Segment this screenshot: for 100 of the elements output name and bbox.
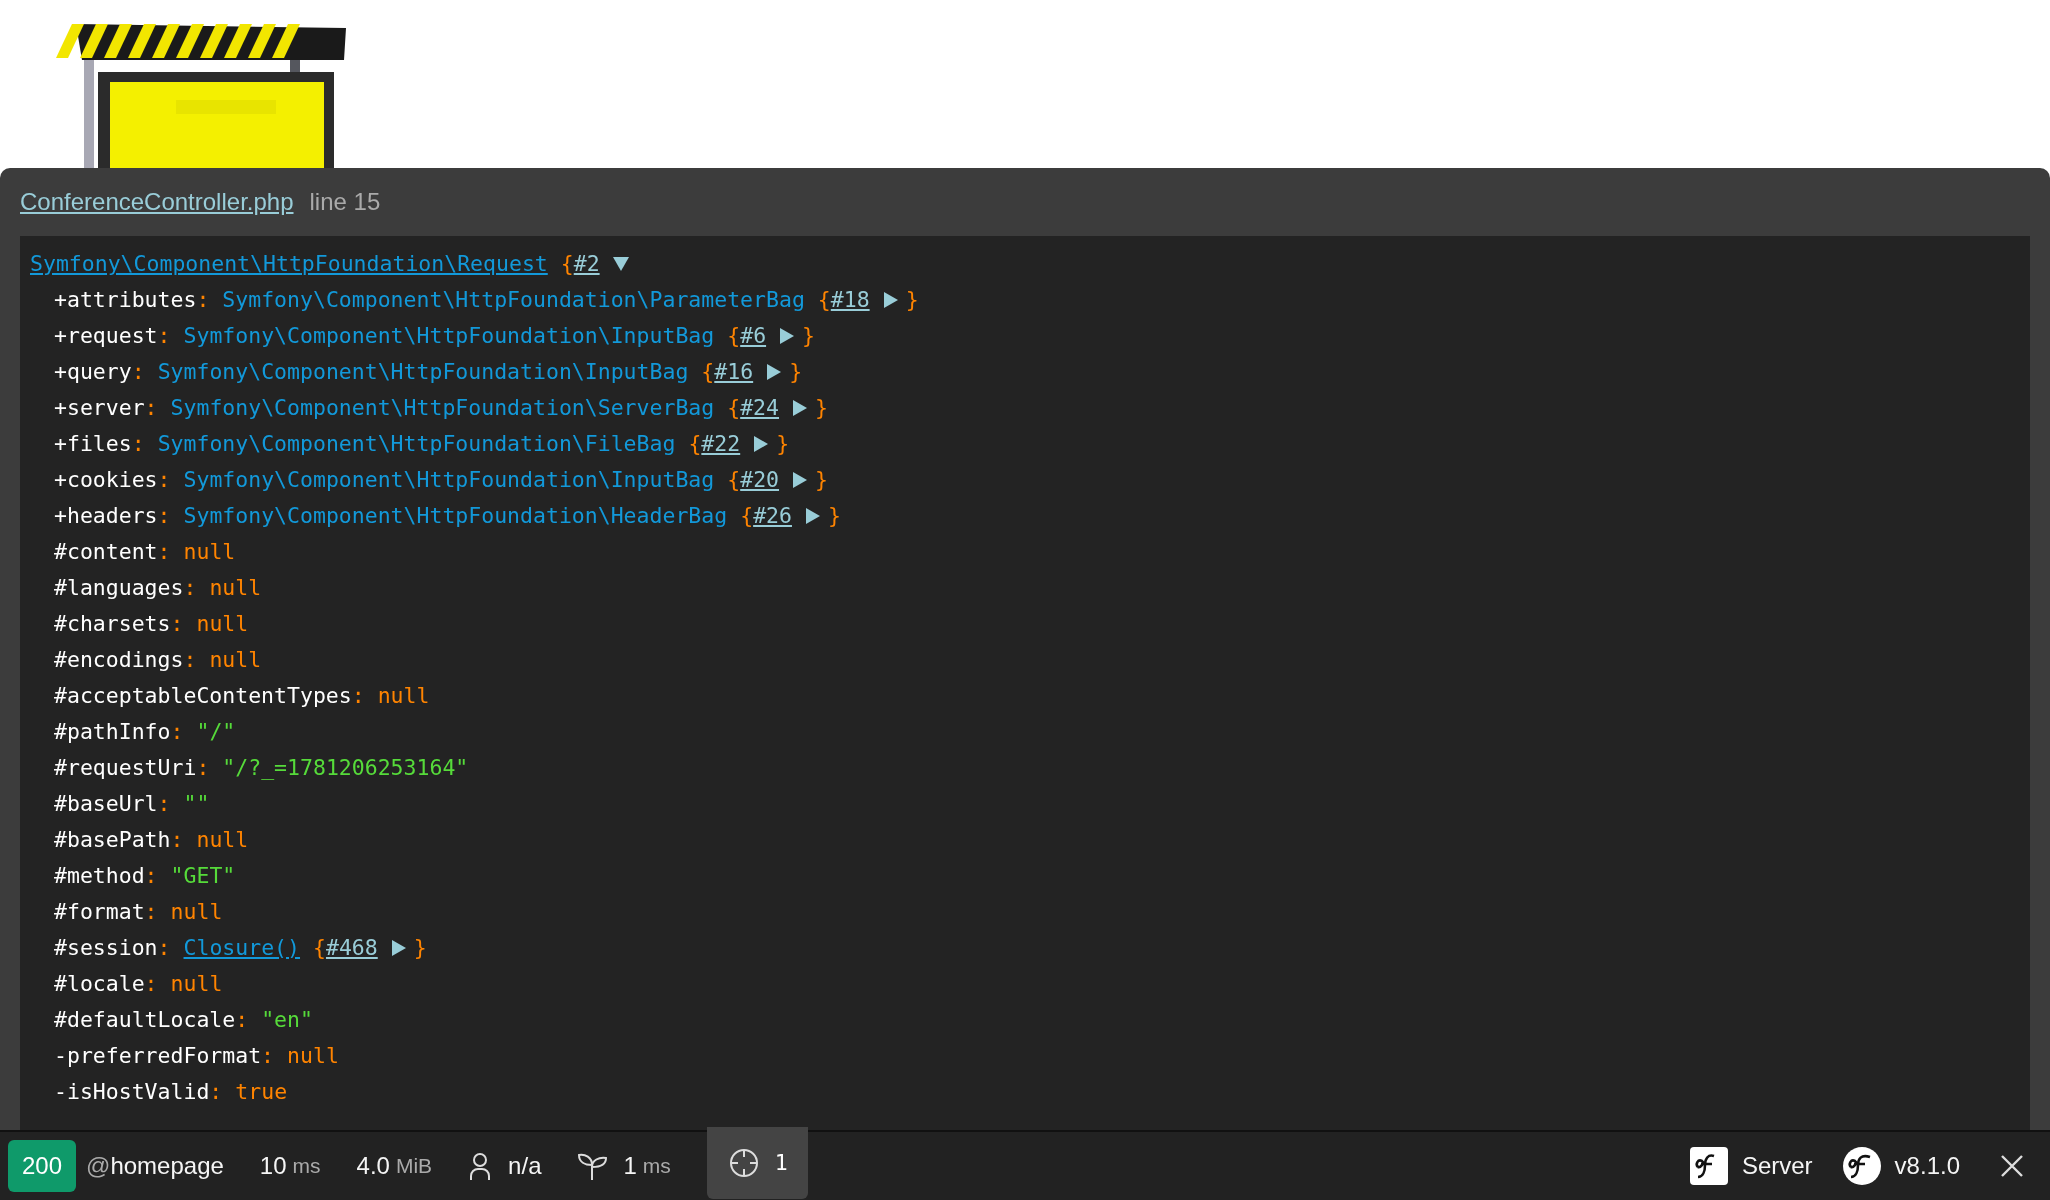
at-sign: @ <box>86 1152 111 1180</box>
colon: : <box>157 502 171 530</box>
colon: : <box>183 574 197 602</box>
colon: : <box>144 394 158 422</box>
property-name: #languages <box>54 574 184 602</box>
brace: } <box>905 286 919 314</box>
brace: } <box>789 358 803 386</box>
colon: : <box>157 322 171 350</box>
ref-toggle[interactable]: #6 <box>740 318 803 354</box>
logo-icon <box>1689 1147 1728 1185</box>
ref-toggle[interactable]: #16 <box>714 354 790 390</box>
value: null <box>196 610 249 638</box>
sprout-icon <box>577 1151 608 1181</box>
property-name: #acceptableContentTypes <box>54 682 352 710</box>
brace: { <box>688 430 702 458</box>
string-value: "/?_=1781206253164" <box>222 754 469 782</box>
value: null <box>209 646 262 674</box>
property-name: #content <box>54 538 158 566</box>
property-name: #format <box>54 898 145 926</box>
colon: : <box>144 970 158 998</box>
class-name: Symfony\Component\HttpFoundation\ServerBag <box>170 394 715 422</box>
class-link[interactable]: Symfony\Component\HttpFoundation\Request <box>30 246 548 282</box>
ref-toggle[interactable]: #20 <box>740 462 816 498</box>
unit: ms <box>292 1154 321 1178</box>
string-value: "GET" <box>170 862 236 890</box>
colon: : <box>157 538 171 566</box>
toolbar-value: 10 <box>259 1152 287 1180</box>
property-name: #charsets <box>54 610 171 638</box>
person-icon <box>468 1151 493 1181</box>
ref-toggle[interactable]: #22 <box>701 426 777 462</box>
brace: { <box>701 358 715 386</box>
string-value: "" <box>183 790 210 818</box>
ref-toggle[interactable]: #468 <box>325 930 414 966</box>
class-name: Symfony\Component\HttpFoundation\HeaderBag <box>183 502 728 530</box>
colon: : <box>157 466 171 494</box>
toolbar-value: 1 <box>623 1152 637 1180</box>
colon: : <box>170 718 184 746</box>
class-name: Symfony\Component\HttpFoundation\InputBag <box>183 466 715 494</box>
toolbar-block[interactable]: 1 <box>706 1127 808 1199</box>
property-name: #baseUrl <box>54 790 158 818</box>
property-name: -preferredFormat <box>54 1042 262 1070</box>
class-link[interactable]: Closure() <box>183 930 300 966</box>
route-name[interactable]: homepage <box>110 1152 224 1180</box>
crosshair-icon <box>728 1148 759 1178</box>
brace: { <box>313 934 326 962</box>
property-name: #method <box>54 862 145 890</box>
value: null <box>196 826 249 854</box>
brace: { <box>727 394 741 422</box>
status-badge[interactable]: 200 <box>8 1140 77 1192</box>
value: null <box>287 1042 339 1070</box>
property-name: #encodings <box>54 646 184 674</box>
colon: : <box>196 286 210 314</box>
colon: : <box>144 898 158 926</box>
brace: } <box>827 502 841 530</box>
class-name: Symfony\Component\HttpFoundation\ParameterBag <box>222 286 805 314</box>
colon: : <box>235 1006 249 1034</box>
colon: : <box>144 862 158 890</box>
string-value: "/" <box>196 718 236 746</box>
brace: { <box>817 286 831 314</box>
ref-toggle[interactable]: #24 <box>740 390 815 426</box>
colon: : <box>183 646 197 674</box>
toolbar-value: 1 <box>774 1149 788 1177</box>
ref-toggle[interactable]: #26 <box>753 498 828 534</box>
toolbar-label: Server <box>1741 1152 1813 1180</box>
ref-toggle[interactable]: #18 <box>830 282 906 318</box>
class-name: Symfony\Component\HttpFoundation\FileBag <box>157 430 676 458</box>
property-name: +request <box>54 322 158 350</box>
colon: : <box>157 790 171 818</box>
line-number: line 15 <box>309 188 381 216</box>
logo-icon <box>1842 1147 1881 1185</box>
value: null <box>209 574 262 602</box>
brace: { <box>727 466 741 494</box>
property-name: #requestUri <box>54 754 197 782</box>
colon: : <box>261 1042 275 1070</box>
colon: : <box>196 754 210 782</box>
property-name: +cookies <box>54 466 158 494</box>
value: true <box>235 1078 288 1106</box>
class-name: Symfony\Component\HttpFoundation\InputBag <box>183 322 715 350</box>
colon: : <box>131 358 145 386</box>
property-name: #basePath <box>54 826 171 854</box>
brace: } <box>815 394 828 422</box>
property-name: +server <box>54 394 145 422</box>
property-name: +headers <box>54 502 158 530</box>
brace: } <box>815 466 828 494</box>
string-value: "en" <box>261 1006 313 1034</box>
file-link[interactable]: ConferenceController.php <box>20 188 294 216</box>
value: null <box>170 970 223 998</box>
toolbar-label: v8.1.0 <box>1894 1152 1960 1180</box>
class-name: Symfony\Component\HttpFoundation\InputBag <box>157 358 689 386</box>
brace: } <box>776 430 790 458</box>
brace: { <box>727 322 741 350</box>
property-name: #locale <box>54 970 145 998</box>
property-name: #defaultLocale <box>54 1006 236 1034</box>
value: null <box>377 682 430 710</box>
property-name: -isHostValid <box>54 1078 210 1106</box>
brace: { <box>560 250 574 278</box>
value: null <box>170 898 223 926</box>
close-icon[interactable] <box>2000 1154 2024 1178</box>
value: null <box>183 538 236 566</box>
unit: MiB <box>395 1154 433 1178</box>
